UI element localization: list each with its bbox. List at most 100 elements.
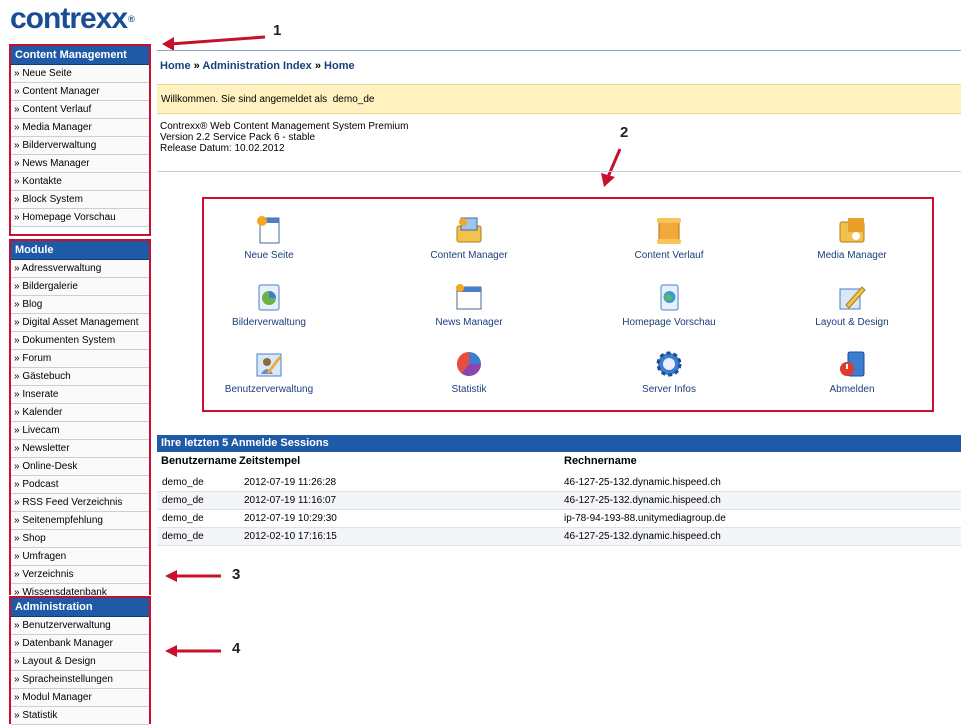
version-release-date: Release Datum: 10.02.2012 xyxy=(160,143,285,154)
sidebar-section-content-management: Content Management » Neue Seite» Content… xyxy=(9,44,151,236)
quick-tile-server-info[interactable]: Server Infos xyxy=(604,348,734,395)
sidebar: Content Management » Neue Seite» Content… xyxy=(9,44,151,725)
sidebar-item-blog[interactable]: » Blog xyxy=(11,296,149,314)
sidebar-item-kontakte[interactable]: » Kontakte xyxy=(11,173,149,191)
cell-timestamp: 2012-07-19 10:29:30 xyxy=(244,513,337,524)
quick-tile-layout-design[interactable]: Layout & Design xyxy=(787,281,917,328)
sidebar-item-layout-design[interactable]: » Layout & Design xyxy=(11,653,149,671)
annotation-arrow-4 xyxy=(165,645,221,657)
server-info-icon xyxy=(653,348,685,380)
cell-timestamp: 2012-07-19 11:16:07 xyxy=(244,495,337,506)
quick-tile-homepage-preview[interactable]: Homepage Vorschau xyxy=(604,281,734,328)
statistics-icon xyxy=(453,348,485,380)
media-manager-icon xyxy=(836,214,868,246)
tile-label: Content Verlauf xyxy=(634,250,704,261)
cell-timestamp: 2012-07-19 11:26:28 xyxy=(244,477,337,488)
annotation-label-1: 1 xyxy=(273,22,282,39)
sidebar-item-homepage-vorschau[interactable]: » Homepage Vorschau xyxy=(11,209,149,227)
sidebar-item-benutzerverwaltung[interactable]: » Benutzerverwaltung xyxy=(11,617,149,635)
cell-username: demo_de xyxy=(162,477,204,488)
tile-label: Media Manager xyxy=(817,250,887,261)
sidebar-item-umfragen[interactable]: » Umfragen xyxy=(11,548,149,566)
quick-tile-content-manager[interactable]: Content Manager xyxy=(404,214,534,261)
cell-hostname: ip-78-94-193-88.unitymediagroup.de xyxy=(564,513,726,524)
section-title-module: Module xyxy=(11,241,149,260)
sessions-header-row: Benutzername Zeitstempel Rechnername xyxy=(157,455,961,471)
tile-label: Neue Seite xyxy=(244,250,294,261)
sidebar-section-module: Module » Adressverwaltung» Bildergalerie… xyxy=(9,239,151,602)
new-page-icon xyxy=(253,214,285,246)
sidebar-item-dokumenten-system[interactable]: » Dokumenten System xyxy=(11,332,149,350)
tile-label: Homepage Vorschau xyxy=(622,317,716,328)
sidebar-item-verzeichnis[interactable]: » Verzeichnis xyxy=(11,566,149,584)
logout-icon xyxy=(836,348,868,380)
cell-username: demo_de xyxy=(162,495,204,506)
cell-timestamp: 2012-02-10 17:16:15 xyxy=(244,531,337,542)
table-row: demo_de 2012-07-19 10:29:30 ip-78-94-193-8… xyxy=(157,510,961,528)
annotation-arrow-1 xyxy=(162,35,266,51)
sidebar-item-kalender[interactable]: » Kalender xyxy=(11,404,149,422)
sidebar-item-shop[interactable]: » Shop xyxy=(11,530,149,548)
annotation-arrow-2 xyxy=(601,148,622,187)
tile-label: Bilderverwaltung xyxy=(232,317,306,328)
sidebar-item-media-manager[interactable]: » Media Manager xyxy=(11,119,149,137)
cell-username: demo_de xyxy=(162,531,204,542)
breadcrumb-admin-index[interactable]: Administration Index xyxy=(202,60,311,72)
column-header-timestamp: Zeitstempel xyxy=(239,455,301,467)
quick-tile-user-management[interactable]: Benutzerverwaltung xyxy=(204,348,334,395)
quick-access-grid: Neue Seite Content Manager Content Verlauf… xyxy=(202,197,934,412)
quick-tile-new-page[interactable]: Neue Seite xyxy=(204,214,334,261)
section-title-administration: Administration xyxy=(11,598,149,617)
quick-tile-content-history[interactable]: Content Verlauf xyxy=(604,214,734,261)
sidebar-item-news-manager[interactable]: » News Manager xyxy=(11,155,149,173)
content-manager-icon xyxy=(453,214,485,246)
breadcrumb-current: Home xyxy=(324,60,355,72)
version-info: Contrexx® Web Content Management System … xyxy=(160,121,408,154)
sidebar-item-inserate[interactable]: » Inserate xyxy=(11,386,149,404)
sidebar-item-rss-feed-verzeichnis[interactable]: » RSS Feed Verzeichnis xyxy=(11,494,149,512)
quick-tile-logout[interactable]: Abmelden xyxy=(787,348,917,395)
contrexx-logo[interactable]: contrexx® xyxy=(10,2,135,36)
quick-tile-news-manager[interactable]: News Manager xyxy=(404,281,534,328)
annotation-label-2: 2 xyxy=(620,124,629,141)
sidebar-item-seitenempfehlung[interactable]: » Seitenempfehlung xyxy=(11,512,149,530)
quick-tile-image-management[interactable]: Bilderverwaltung xyxy=(204,281,334,328)
logo-text: contrexx xyxy=(10,2,128,35)
annotation-arrow-3 xyxy=(165,570,221,582)
sidebar-item-digital-asset-management[interactable]: » Digital Asset Management xyxy=(11,314,149,332)
sidebar-item-statistik[interactable]: » Statistik xyxy=(11,707,149,725)
sidebar-item-content-manager[interactable]: » Content Manager xyxy=(11,83,149,101)
sidebar-item-gästebuch[interactable]: » Gästebuch xyxy=(11,368,149,386)
tile-label: Abmelden xyxy=(829,384,875,395)
breadcrumb: Home » Administration Index » Home xyxy=(160,60,355,72)
sidebar-item-neue-seite[interactable]: » Neue Seite xyxy=(11,65,149,83)
tile-label: Content Manager xyxy=(430,250,508,261)
sidebar-item-bildergalerie[interactable]: » Bildergalerie xyxy=(11,278,149,296)
sidebar-item-content-verlauf[interactable]: » Content Verlauf xyxy=(11,101,149,119)
sidebar-item-livecam[interactable]: » Livecam xyxy=(11,422,149,440)
sidebar-item-forum[interactable]: » Forum xyxy=(11,350,149,368)
sidebar-item-newsletter[interactable]: » Newsletter xyxy=(11,440,149,458)
content-history-icon xyxy=(653,214,685,246)
logo-reg-mark: ® xyxy=(128,14,135,24)
breadcrumb-home[interactable]: Home xyxy=(160,60,191,72)
sidebar-item-podcast[interactable]: » Podcast xyxy=(11,476,149,494)
sidebar-item-adressverwaltung[interactable]: » Adressverwaltung xyxy=(11,260,149,278)
sidebar-item-online-desk[interactable]: » Online-Desk xyxy=(11,458,149,476)
section-title-content-management: Content Management xyxy=(11,46,149,65)
quick-tile-media-manager[interactable]: Media Manager xyxy=(787,214,917,261)
sidebar-item-datenbank-manager[interactable]: » Datenbank Manager xyxy=(11,635,149,653)
user-management-icon xyxy=(253,348,285,380)
welcome-user: demo_de xyxy=(332,94,375,105)
annotation-label-4: 4 xyxy=(232,640,241,657)
sidebar-item-modul-manager[interactable]: » Modul Manager xyxy=(11,689,149,707)
sessions-title: Ihre letzten 5 Anmelde Sessions xyxy=(157,435,961,452)
quick-tile-statistics[interactable]: Statistik xyxy=(404,348,534,395)
cell-hostname: 46-127-25-132.dynamic.hispeed.ch xyxy=(564,531,721,542)
sidebar-item-block-system[interactable]: » Block System xyxy=(11,191,149,209)
sidebar-item-spracheinstellungen[interactable]: » Spracheinstellungen xyxy=(11,671,149,689)
sidebar-item-bilderverwaltung[interactable]: » Bilderverwaltung xyxy=(11,137,149,155)
tile-label: Statistik xyxy=(451,384,487,395)
version-number: Version 2.2 Service Pack 6 - stable xyxy=(160,132,316,143)
homepage-preview-icon xyxy=(653,281,685,313)
